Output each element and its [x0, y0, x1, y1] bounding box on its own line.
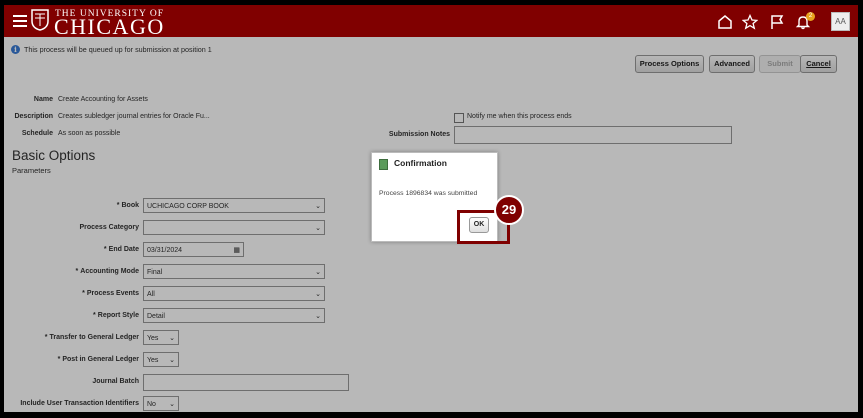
global-header: THE UNIVERSITY OF CHICAGO 2 AA	[4, 5, 858, 39]
document-icon	[379, 159, 388, 170]
notification-count-badge: 2	[806, 12, 815, 21]
user-avatar[interactable]: AA	[831, 12, 850, 31]
app-frame: THE UNIVERSITY OF CHICAGO 2 AA i This pr…	[4, 5, 858, 412]
university-shield-icon	[31, 9, 49, 31]
home-icon[interactable]	[717, 14, 733, 30]
dialog-message: Process 1896834 was submitted	[379, 190, 478, 197]
menu-icon[interactable]	[13, 13, 27, 27]
flag-icon[interactable]	[769, 14, 785, 30]
step-number-badge: 29	[494, 195, 524, 225]
logo-main-text: CHICAGO	[54, 14, 165, 39]
favorites-star-icon[interactable]	[742, 14, 758, 30]
dialog-title: Confirmation	[394, 158, 447, 168]
